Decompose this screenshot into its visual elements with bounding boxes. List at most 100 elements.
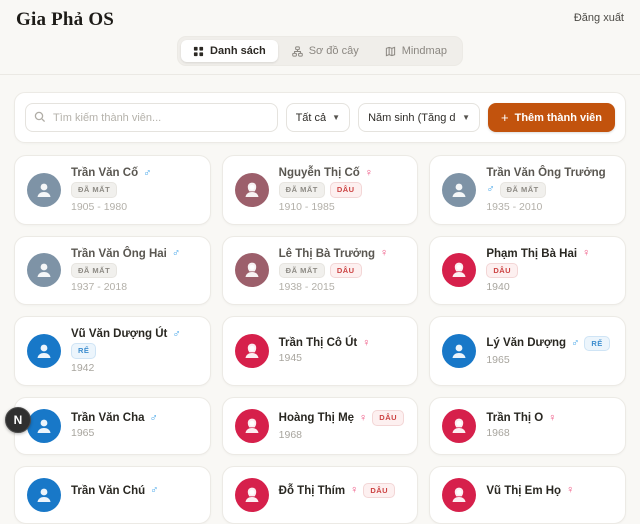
gender-icon: ♂ xyxy=(172,329,180,340)
member-years: 1935 - 2010 xyxy=(486,201,613,213)
member-name: Trần Thị Cô Út xyxy=(279,337,358,349)
avatar xyxy=(442,253,476,287)
person-male-icon xyxy=(449,180,469,200)
member-info: Trần Văn Cha ♂ 1965 xyxy=(71,412,158,439)
avatar xyxy=(442,478,476,512)
status-badge: DÂU xyxy=(363,483,395,499)
gender-icon: ♀ xyxy=(582,248,590,259)
tab-label: Sơ đồ cây xyxy=(309,45,359,57)
status-badge: DÂU xyxy=(330,263,362,279)
plus-icon: + xyxy=(501,111,509,124)
gender-icon: ♀ xyxy=(365,168,373,179)
member-years: 1938 - 2015 xyxy=(279,281,406,293)
gender-icon: ♀ xyxy=(548,413,556,424)
member-card[interactable]: Lý Văn Dượng ♂ RỂ 1965 xyxy=(429,316,626,386)
tab-danh-sach[interactable]: Danh sách xyxy=(181,40,278,62)
member-info: Đỗ Thị Thím ♀ DÂU xyxy=(279,483,395,507)
member-info: Trần Thị O ♀ 1968 xyxy=(486,412,556,439)
gender-icon: ♂ xyxy=(571,338,579,349)
status-badge: ĐÃ MẤT xyxy=(279,182,325,198)
sort-filter-value: Năm sinh (Tăng dần) xyxy=(368,112,456,124)
member-name: Vũ Thị Em Họ xyxy=(486,485,561,497)
top-bar: Gia Phả OS Đăng xuất Danh sách Sơ đồ cây xyxy=(0,0,640,75)
gender-icon: ♀ xyxy=(359,413,367,424)
gender-icon: ♀ xyxy=(350,485,358,496)
member-card[interactable]: Lê Thị Bà Trưởng ♀ ĐÃ MẤTDÂU 1938 - 2015 xyxy=(222,236,419,306)
relation-filter-value: Tất cả xyxy=(296,112,327,124)
member-info: Trần Văn Chú ♂ xyxy=(71,485,158,505)
person-female-icon xyxy=(242,341,262,361)
member-years xyxy=(486,500,574,505)
member-name: Trần Văn Cha xyxy=(71,412,145,424)
tab-label: Mindmap xyxy=(402,45,447,57)
person-male-icon xyxy=(34,416,54,436)
logout-link[interactable]: Đăng xuất xyxy=(574,12,624,24)
member-years: 1945 xyxy=(279,352,371,364)
member-info: Trần Thị Cô Út ♀ 1945 xyxy=(279,337,371,364)
member-card[interactable]: Trần Văn Cố ♂ ĐÃ MẤT 1905 - 1980 xyxy=(14,155,211,225)
member-years: 1968 xyxy=(279,429,404,441)
sort-filter-select[interactable]: Năm sinh (Tăng dần) ▼ xyxy=(358,103,480,132)
person-female-icon xyxy=(242,180,262,200)
avatar xyxy=(27,173,61,207)
avatar xyxy=(235,478,269,512)
member-card[interactable]: Nguyễn Thị Cố ♀ ĐÃ MẤTDÂU 1910 - 1985 xyxy=(222,155,419,225)
tab-label: Danh sách xyxy=(210,45,266,57)
chevron-down-icon: ▼ xyxy=(332,113,340,122)
member-info: Vũ Thị Em Họ ♀ xyxy=(486,485,574,505)
tab-so-do-cay[interactable]: Sơ đồ cây xyxy=(280,40,371,62)
chevron-down-icon: ▼ xyxy=(462,113,470,122)
relation-filter-select[interactable]: Tất cả ▼ xyxy=(286,103,351,132)
member-card[interactable]: Hoàng Thị Mẹ ♀ DÂU 1968 xyxy=(222,397,419,455)
status-badge: ĐÃ MẤT xyxy=(279,263,325,279)
search-wrap xyxy=(25,103,278,132)
member-card[interactable]: Trần Văn Chú ♂ xyxy=(14,466,211,524)
member-name: Trần Thị O xyxy=(486,412,543,424)
member-grid: Trần Văn Cố ♂ ĐÃ MẤT 1905 - 1980 Nguyễn … xyxy=(14,155,626,524)
person-female-icon xyxy=(242,485,262,505)
member-name: Trần Văn Ông Hai xyxy=(71,248,167,260)
member-card[interactable]: Trần Văn Ông Hai ♂ ĐÃ MẤT 1937 - 2018 xyxy=(14,236,211,306)
member-card[interactable]: Vũ Văn Dượng Út ♂ RỂ 1942 xyxy=(14,316,211,386)
avatar xyxy=(442,409,476,443)
add-member-label: Thêm thành viên xyxy=(515,112,602,124)
add-member-button[interactable]: + Thêm thành viên xyxy=(488,103,615,132)
member-name: Hoàng Thị Mẹ xyxy=(279,412,354,424)
member-card[interactable]: Trần Thị Cô Út ♀ 1945 xyxy=(222,316,419,386)
member-info: Nguyễn Thị Cố ♀ ĐÃ MẤTDÂU 1910 - 1985 xyxy=(279,167,406,213)
avatar xyxy=(235,173,269,207)
member-card[interactable]: Đỗ Thị Thím ♀ DÂU xyxy=(222,466,419,524)
member-info: Trần Văn Cố ♂ ĐÃ MẤT 1905 - 1980 xyxy=(71,167,198,213)
nextjs-dev-badge[interactable]: N xyxy=(5,407,31,433)
avatar xyxy=(27,334,61,368)
status-badge: DÂU xyxy=(330,182,362,198)
avatar xyxy=(442,334,476,368)
app-title: Gia Phả OS xyxy=(16,9,114,31)
member-name: Đỗ Thị Thím xyxy=(279,485,345,497)
member-info: Vũ Văn Dượng Út ♂ RỂ 1942 xyxy=(71,328,198,374)
gender-icon: ♀ xyxy=(566,485,574,496)
member-name: Lê Thị Bà Trưởng xyxy=(279,248,375,260)
member-card[interactable]: Vũ Thị Em Họ ♀ xyxy=(429,466,626,524)
member-card[interactable]: Trần Văn Cha ♂ 1965 xyxy=(14,397,211,455)
member-years xyxy=(279,501,395,506)
member-years: 1937 - 2018 xyxy=(71,281,198,293)
status-badge: ĐÃ MẤT xyxy=(71,263,117,279)
avatar xyxy=(27,253,61,287)
member-years: 1940 xyxy=(486,281,613,293)
person-female-icon xyxy=(449,416,469,436)
person-male-icon xyxy=(34,341,54,361)
member-name: Trần Văn Chú xyxy=(71,485,145,497)
member-card[interactable]: Trần Thị O ♀ 1968 xyxy=(429,397,626,455)
status-badge: DÂU xyxy=(486,263,518,279)
member-card[interactable]: Phạm Thị Bà Hai ♀ DÂU 1940 xyxy=(429,236,626,306)
member-years: 1968 xyxy=(486,427,556,439)
tab-mindmap[interactable]: Mindmap xyxy=(373,40,459,62)
search-input[interactable] xyxy=(25,103,278,132)
person-female-icon xyxy=(449,485,469,505)
member-years xyxy=(71,500,158,505)
avatar xyxy=(27,478,61,512)
member-years: 1910 - 1985 xyxy=(279,201,406,213)
member-card[interactable]: Trần Văn Ông Trưởng ♂ ĐÃ MẤT 1935 - 2010 xyxy=(429,155,626,225)
status-badge: ĐÃ MẤT xyxy=(500,182,546,198)
